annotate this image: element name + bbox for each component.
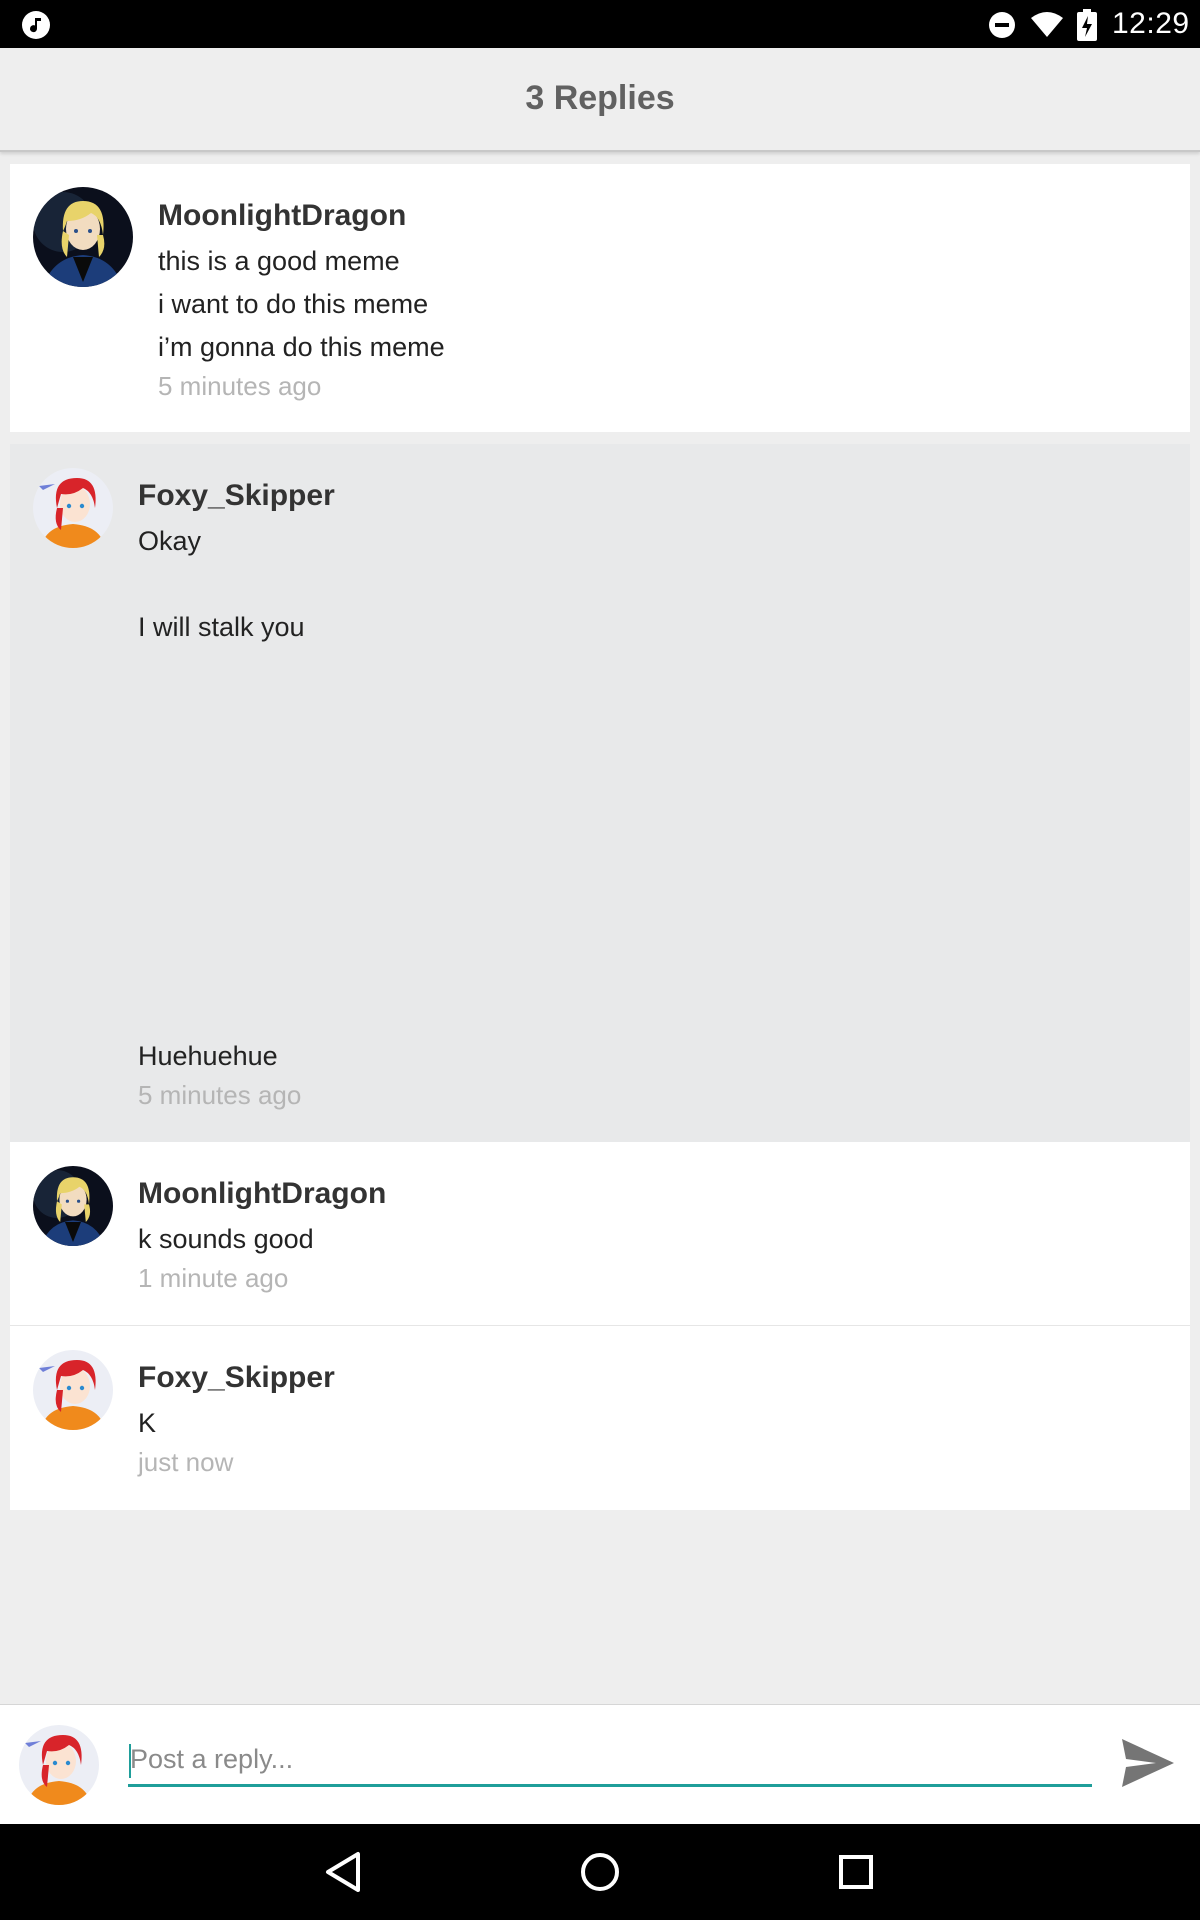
recent-apps-icon: [839, 1855, 873, 1889]
reply-input[interactable]: [128, 1735, 1092, 1787]
text-cursor: [129, 1744, 131, 1778]
reply-content: MoonlightDragon this is a good meme i wa…: [158, 198, 1170, 403]
reply-text-line: this is a good meme: [158, 246, 400, 276]
back-icon: [326, 1852, 360, 1892]
send-button[interactable]: [1118, 1733, 1178, 1793]
reply-item[interactable]: MoonlightDragon this is a good meme i wa…: [10, 164, 1190, 432]
moonlight-dragon-avatar[interactable]: [33, 187, 133, 287]
do-not-disturb-icon: [989, 12, 1015, 38]
recent-apps-button[interactable]: [830, 1846, 882, 1898]
music-note-icon: [22, 11, 50, 39]
reply-content: Foxy_Skipper Okay I will stalk you Huehu…: [138, 478, 1170, 1112]
reply-username[interactable]: Foxy_Skipper: [138, 478, 1170, 514]
reply-text-line: K: [138, 1408, 157, 1438]
reply-username[interactable]: Foxy_Skipper: [138, 1360, 1170, 1396]
reply-text-line: Okay: [138, 526, 202, 556]
reply-timestamp: 1 minute ago: [138, 1263, 289, 1293]
moonlight-dragon-avatar[interactable]: [33, 1166, 113, 1246]
home-icon: [581, 1853, 619, 1891]
send-icon: [1122, 1739, 1174, 1787]
reply-content: Foxy_Skipper K just now: [138, 1360, 1170, 1479]
status-bar: 12:29: [0, 0, 1200, 48]
blank-lines: [138, 649, 1170, 1035]
back-button[interactable]: [318, 1846, 370, 1898]
navigation-bar: [0, 1824, 1200, 1920]
foxy-skipper-avatar[interactable]: [33, 1350, 113, 1430]
reply-timestamp: 5 minutes ago: [138, 1080, 302, 1110]
reply-text-line: Huehuehue: [138, 1041, 278, 1071]
reply-composer: [0, 1704, 1200, 1824]
reply-item[interactable]: Foxy_Skipper K just now: [10, 1326, 1190, 1510]
reply-timestamp: just now: [138, 1447, 234, 1477]
reply-username[interactable]: MoonlightDragon: [138, 1176, 1170, 1212]
foxy-skipper-avatar[interactable]: [33, 468, 113, 548]
reply-username[interactable]: MoonlightDragon: [158, 198, 1170, 234]
reply-item[interactable]: MoonlightDragon k sounds good 1 minute a…: [10, 1142, 1190, 1326]
wifi-icon: [1031, 12, 1063, 37]
status-time: 12:29: [1112, 7, 1190, 40]
battery-charging-icon: [1077, 9, 1097, 41]
reply-text-line: i want to do this meme: [158, 289, 429, 319]
home-button[interactable]: [574, 1846, 626, 1898]
reply-text-line: i’m gonna do this meme: [158, 332, 445, 362]
reply-text-line: I will stalk you: [138, 612, 305, 642]
reply-content: MoonlightDragon k sounds good 1 minute a…: [138, 1176, 1170, 1295]
reply-timestamp: 5 minutes ago: [158, 371, 322, 401]
reply-text-line: k sounds good: [138, 1224, 314, 1254]
reply-item[interactable]: Foxy_Skipper Okay I will stalk you Huehu…: [10, 444, 1190, 1142]
title-bar: 3 Replies: [0, 48, 1200, 152]
current-user-avatar[interactable]: [19, 1725, 99, 1805]
page-title: 3 Replies: [525, 79, 675, 117]
